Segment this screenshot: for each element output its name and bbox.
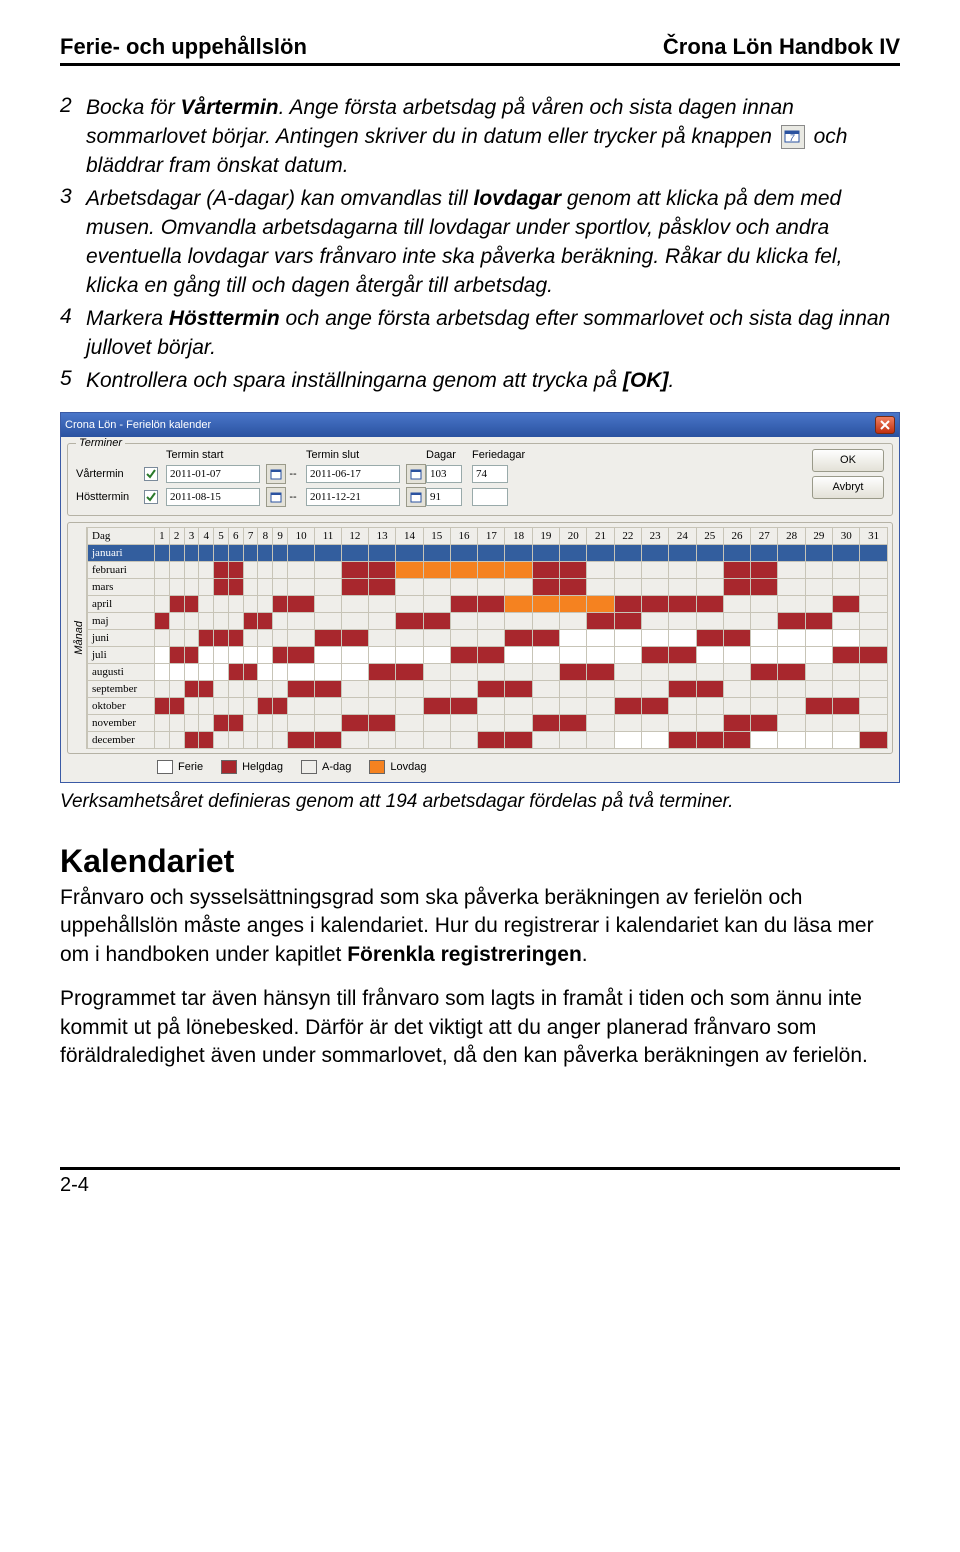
step-number: 5 [60, 367, 86, 396]
calendar-table[interactable]: Dag1234567891011121314151617181920212223… [87, 527, 888, 749]
dagar-input[interactable]: 103 [426, 465, 462, 483]
dagar-input[interactable]: 91 [426, 488, 462, 506]
col-dagar: Dagar [426, 449, 466, 461]
calendar-icon[interactable] [406, 487, 426, 507]
calendar-icon: 7 [781, 125, 805, 149]
body-paragraph: Programmet tar även hänsyn till frånvaro… [60, 985, 900, 1071]
row-label: Hösttermin [76, 491, 138, 503]
end-date-input[interactable]: 2011-06-17 [306, 465, 400, 483]
calendar-icon[interactable] [266, 487, 286, 507]
section-heading: Kalendariet [60, 843, 900, 880]
group-label: Terminer [76, 437, 125, 449]
screenshot-caption: Verksamhetsåret definieras genom att 194… [60, 791, 900, 813]
checkbox-vartermin[interactable] [144, 467, 158, 481]
page-footer: 2-4 [60, 1167, 900, 1217]
start-date-input[interactable]: 2011-01-07 [166, 465, 260, 483]
end-date-input[interactable]: 2011-12-21 [306, 488, 400, 506]
cancel-button[interactable]: Avbryt [812, 476, 884, 499]
header-right: Črona Lön Handbok IV [663, 34, 900, 60]
start-date-input[interactable]: 2011-08-15 [166, 488, 260, 506]
checkbox-hosttermin[interactable] [144, 490, 158, 504]
month-axis-label: Månad [73, 621, 85, 655]
col-start: Termin start [166, 449, 260, 461]
col-slut: Termin slut [306, 449, 400, 461]
ok-button[interactable]: OK [812, 449, 884, 472]
step-number: 3 [60, 185, 86, 301]
col-feriedagar: Feriedagar [472, 449, 512, 461]
ferie-input[interactable] [472, 488, 508, 506]
row-label: Vårtermin [76, 468, 138, 480]
header-left: Ferie- och uppehållslön [60, 34, 307, 60]
calendar-icon[interactable] [266, 464, 286, 484]
close-icon[interactable] [875, 416, 895, 434]
legend: Ferie Helgdag A-dag Lovdag [67, 754, 893, 776]
step-number: 4 [60, 305, 86, 363]
calendar-icon[interactable] [406, 464, 426, 484]
ferie-input[interactable]: 74 [472, 465, 508, 483]
dialog-title: Crona Lön - Ferielön kalender [65, 419, 211, 431]
body-paragraph: Frånvaro och sysselsättningsgrad som ska… [60, 884, 900, 970]
step-number: 2 [60, 94, 86, 181]
instruction-list: 2 Bocka för Vårtermin. Ange första arbet… [60, 94, 900, 396]
dialog-screenshot: Crona Lön - Ferielön kalender Terminer T… [60, 412, 900, 783]
